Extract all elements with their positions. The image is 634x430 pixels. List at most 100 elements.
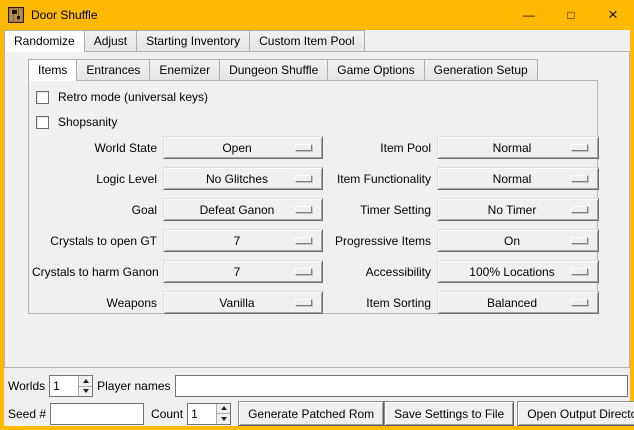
arrow-up-icon: [83, 379, 89, 383]
item-sorting-label: Item Sorting: [327, 296, 433, 310]
main-tab-bar: Randomize Adjust Starting Inventory Cust…: [4, 30, 630, 51]
dropdown-indicator-icon: [571, 175, 588, 182]
item-pool-label: Item Pool: [327, 141, 433, 155]
arrow-down-icon: [83, 389, 89, 393]
dropdown-indicator-icon: [571, 237, 588, 244]
shopsanity-label: Shopsanity: [58, 115, 117, 129]
save-settings-button[interactable]: Save Settings to File: [384, 401, 514, 426]
subtab-enemizer[interactable]: Enemizer: [149, 59, 220, 80]
accessibility-dropdown[interactable]: 100% Locations: [437, 260, 599, 283]
title-bar[interactable]: Door Shuffle — □ ×: [0, 0, 634, 30]
subtab-game-options[interactable]: Game Options: [327, 59, 424, 80]
count-stepper-up[interactable]: [217, 404, 230, 414]
tab-adjust[interactable]: Adjust: [84, 30, 137, 51]
tab-label: Custom Item Pool: [259, 34, 354, 48]
count-stepper-down[interactable]: [217, 413, 230, 424]
items-tab-panel: Retro mode (universal keys) Shopsanity W…: [28, 80, 598, 314]
weapons-dropdown[interactable]: Vanilla: [163, 291, 323, 314]
item-sorting-dropdown[interactable]: Balanced: [437, 291, 599, 314]
window-controls: — □ ×: [508, 0, 634, 30]
world-state-label: World State: [32, 141, 159, 155]
tab-custom-item-pool[interactable]: Custom Item Pool: [249, 30, 364, 51]
open-output-directory-button[interactable]: Open Output Directory: [517, 401, 634, 426]
close-icon: ×: [608, 5, 618, 25]
logic-level-label: Logic Level: [32, 172, 159, 186]
subtab-label: Items: [38, 63, 67, 77]
crystals-ganon-value: 7: [234, 265, 241, 279]
subtab-entrances[interactable]: Entrances: [76, 59, 150, 80]
item-functionality-dropdown[interactable]: Normal: [437, 167, 599, 190]
item-pool-value: Normal: [493, 141, 532, 155]
subtab-label: Generation Setup: [434, 63, 528, 77]
tab-randomize[interactable]: Randomize: [4, 30, 85, 52]
worlds-stepper-up[interactable]: [79, 376, 92, 386]
dropdown-indicator-icon: [295, 175, 312, 182]
subtab-dungeon-shuffle[interactable]: Dungeon Shuffle: [219, 59, 328, 80]
item-functionality-label: Item Functionality: [327, 172, 433, 186]
player-names-input[interactable]: [175, 375, 629, 397]
maximize-button[interactable]: □: [550, 0, 592, 30]
weapons-value: Vanilla: [219, 296, 254, 310]
goal-label: Goal: [32, 203, 159, 217]
count-stepper: [187, 403, 231, 425]
client-area: Randomize Adjust Starting Inventory Cust…: [4, 30, 630, 426]
logic-level-value: No Glitches: [206, 172, 268, 186]
dropdown-indicator-icon: [295, 237, 312, 244]
crystals-gt-dropdown[interactable]: 7: [163, 229, 323, 252]
goal-dropdown[interactable]: Defeat Ganon: [163, 198, 323, 221]
progressive-items-label: Progressive Items: [327, 234, 433, 248]
worlds-label: Worlds: [8, 379, 45, 393]
crystals-gt-value: 7: [234, 234, 241, 248]
bottom-row-1: Worlds Player names: [4, 375, 630, 397]
worlds-stepper-buttons: [78, 376, 92, 396]
dropdown-indicator-icon: [571, 144, 588, 151]
randomize-tab-panel: Items Entrances Enemizer Dungeon Shuffle…: [4, 51, 630, 368]
shopsanity-checkbox-row[interactable]: Shopsanity: [36, 115, 597, 129]
subtab-items[interactable]: Items: [28, 59, 77, 81]
timer-setting-value: No Timer: [488, 203, 537, 217]
count-input[interactable]: [188, 404, 216, 424]
progressive-items-dropdown[interactable]: On: [437, 229, 599, 252]
seed-label: Seed #: [8, 407, 46, 421]
weapons-label: Weapons: [32, 296, 159, 310]
retro-mode-checkbox[interactable]: [36, 91, 49, 104]
tab-label: Randomize: [14, 34, 75, 48]
player-names-label: Player names: [97, 379, 170, 393]
shopsanity-checkbox[interactable]: [36, 116, 49, 129]
subtab-generation-setup[interactable]: Generation Setup: [424, 59, 538, 80]
generate-patched-rom-button[interactable]: Generate Patched Rom: [238, 401, 384, 426]
dropdown-indicator-icon: [295, 299, 312, 306]
progressive-items-value: On: [504, 234, 520, 248]
subtab-label: Enemizer: [159, 63, 210, 77]
worlds-stepper-down[interactable]: [79, 386, 92, 397]
retro-mode-checkbox-row[interactable]: Retro mode (universal keys): [36, 90, 597, 104]
tab-starting-inventory[interactable]: Starting Inventory: [136, 30, 250, 51]
item-pool-dropdown[interactable]: Normal: [437, 136, 599, 159]
door-icon: [8, 7, 24, 23]
close-button[interactable]: ×: [592, 0, 634, 30]
tab-label: Starting Inventory: [146, 34, 240, 48]
count-label: Count: [151, 407, 183, 421]
arrow-up-icon: [221, 406, 227, 410]
minimize-button[interactable]: —: [508, 0, 550, 30]
count-stepper-buttons: [216, 404, 230, 424]
item-functionality-value: Normal: [493, 172, 532, 186]
timer-setting-dropdown[interactable]: No Timer: [437, 198, 599, 221]
subtab-label: Entrances: [86, 63, 140, 77]
goal-value: Defeat Ganon: [200, 203, 275, 217]
minimize-icon: —: [523, 8, 535, 22]
bottom-row-2: Seed # Count Generate Patched Rom Save S…: [4, 401, 630, 426]
app-window: Door Shuffle — □ × Randomize Adjust Star…: [0, 0, 634, 430]
dropdown-indicator-icon: [295, 144, 312, 151]
dropdown-indicator-icon: [571, 268, 588, 275]
item-sorting-value: Balanced: [487, 296, 537, 310]
crystals-ganon-dropdown[interactable]: 7: [163, 260, 323, 283]
crystals-gt-label: Crystals to open GT: [32, 234, 159, 248]
dropdown-indicator-icon: [571, 206, 588, 213]
logic-level-dropdown[interactable]: No Glitches: [163, 167, 323, 190]
worlds-input[interactable]: [50, 376, 78, 396]
retro-mode-label: Retro mode (universal keys): [58, 90, 208, 104]
seed-input[interactable]: [50, 403, 144, 425]
maximize-icon: □: [567, 8, 574, 22]
world-state-dropdown[interactable]: Open: [163, 136, 323, 159]
